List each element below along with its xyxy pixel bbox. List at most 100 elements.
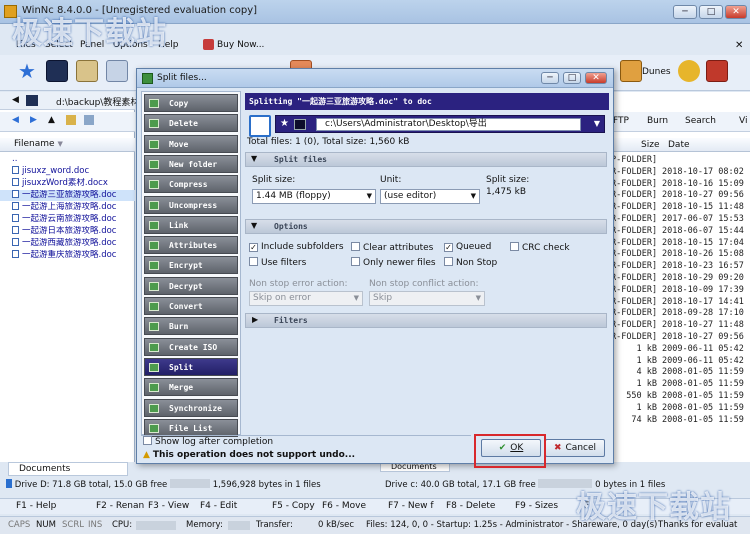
drive-icon[interactable] (26, 95, 38, 106)
f9-sizes-button[interactable]: F9 - Sizes (515, 499, 558, 514)
use-filters-checkbox[interactable]: Use filters (249, 257, 306, 269)
command-convert[interactable]: Convert (144, 297, 238, 315)
size-column[interactable]: Size (641, 140, 659, 150)
table-row[interactable]: 1 kB 2008-01-05 11:59 (611, 378, 750, 390)
command-burn[interactable]: Burn (144, 317, 238, 336)
command-create-iso[interactable]: Create ISO (144, 337, 238, 356)
command-compress[interactable]: Compress (144, 175, 238, 194)
list-item[interactable]: 一起游云南旅游攻略.doc (0, 214, 135, 225)
right-column-header[interactable]: Size Date (611, 138, 750, 152)
back-icon[interactable]: ◀ (12, 115, 19, 125)
queued-checkbox[interactable]: ✓ Queued (444, 242, 491, 253)
destination-dropdown-icon[interactable]: ▼ (594, 119, 600, 128)
table-row[interactable]: R-FOLDER] 2018-10-27 09:56 (611, 331, 750, 343)
show-log-checkbox[interactable]: Show log after completion (143, 436, 273, 448)
table-row[interactable]: R-FOLDER] 2018-10-29 09:20 (611, 272, 750, 284)
copy-icon[interactable] (106, 60, 128, 82)
list-item[interactable]: jisuxzWord素材.docx (0, 178, 135, 189)
section-options-expand-icon[interactable]: ▼ (251, 221, 257, 230)
f2-rename-button[interactable]: F2 - Renan (96, 499, 144, 514)
table-row[interactable]: 74 kB 2008-01-05 11:59 (611, 414, 750, 426)
ftp-label[interactable]: FTP (613, 116, 629, 126)
f6-move-button[interactable]: F6 - Move (322, 499, 366, 514)
vi-label[interactable]: Vi (739, 116, 747, 126)
table-row[interactable]: 1 kB 2009-06-11 05:42 (611, 343, 750, 355)
table-row[interactable]: R-FOLDER] 2018-10-23 16:57 (611, 260, 750, 272)
list-item[interactable]: 一起游上海旅游攻略.doc (0, 202, 135, 213)
f7-new-folder-button[interactable]: F7 - New f (388, 499, 434, 514)
f5-copy-button[interactable]: F5 - Copy (272, 499, 315, 514)
clear-attributes-checkbox[interactable]: Clear attributes (351, 242, 433, 254)
non-stop-conflict-select[interactable]: Skip ▼ (369, 291, 485, 306)
list-item-parent[interactable]: .. (0, 154, 135, 165)
f3-view-button[interactable]: F3 - View (148, 499, 189, 514)
burn-label[interactable]: Burn (647, 116, 668, 126)
dialog-close-button[interactable]: ✕ (585, 72, 607, 84)
close-window-button[interactable]: ✕ (725, 5, 747, 19)
table-row[interactable]: R-FOLDER] 2018-10-27 09:56 (611, 189, 750, 201)
cancel-button[interactable]: ✖ Cancel (545, 439, 605, 457)
table-row[interactable]: R-FOLDER] 2018-10-26 15:08 (611, 248, 750, 260)
command-encrypt[interactable]: Encrypt (144, 256, 238, 275)
table-row[interactable]: R-FOLDER] 2017-06-07 15:53 (611, 213, 750, 225)
command-new-folder[interactable]: New folder (144, 154, 238, 173)
table-row[interactable]: R-FOLDER] 2018-10-17 14:41 (611, 296, 750, 308)
date-column[interactable]: Date (668, 140, 690, 150)
command-merge[interactable]: Merge (144, 378, 238, 397)
table-row[interactable]: R-FOLDER] 2018-09-28 17:10 (611, 307, 750, 319)
command-move[interactable]: Move (144, 134, 238, 153)
filename-column[interactable]: Filename (14, 139, 55, 149)
properties-icon[interactable] (76, 60, 98, 82)
split-size-select[interactable]: 1.44 MB (floppy) ▼ (252, 189, 376, 204)
section-filters-expand-icon[interactable]: ▶ (252, 315, 258, 324)
up-folder-icon[interactable]: ▲ (48, 115, 55, 125)
basket-icon[interactable] (706, 60, 728, 82)
table-row[interactable]: R-FOLDER] 2018-10-27 11:48 (611, 319, 750, 331)
table-row[interactable]: 4 kB 2008-01-05 11:59 (611, 366, 750, 378)
list-item[interactable]: 一起游西藏旅游攻略.doc (0, 238, 135, 249)
f4-edit-button[interactable]: F4 - Edit (200, 499, 237, 514)
include-subfolders-checkbox[interactable]: ✓ Include subfolders (249, 242, 344, 253)
table-row[interactable]: P-FOLDER] (611, 154, 750, 166)
table-row[interactable]: R-FOLDER] 2018-10-09 17:39 (611, 284, 750, 296)
list-item[interactable]: 一起游日本旅游攻略.doc (0, 226, 135, 237)
section-filters[interactable]: Filters (245, 313, 607, 328)
search-label[interactable]: Search (685, 116, 716, 126)
command-delete[interactable]: Delete (144, 114, 238, 133)
destination-input[interactable]: c:\Users\Administrator\Desktop\导出 (316, 118, 581, 131)
command-split[interactable]: Split (144, 357, 238, 376)
dialog-maximize-button[interactable]: □ (563, 72, 581, 84)
dialog-minimize-button[interactable]: ─ (541, 72, 559, 84)
unit-select[interactable]: (use editor) ▼ (380, 189, 480, 204)
section-options[interactable]: Options (245, 219, 607, 234)
command-prompt-icon[interactable] (46, 60, 68, 82)
command-synchronize[interactable]: Synchronize (144, 398, 238, 417)
left-tab-documents[interactable]: Documents (8, 462, 128, 476)
command-decrypt[interactable]: Decrypt (144, 276, 238, 295)
only-newer-checkbox[interactable]: Only newer files (351, 257, 436, 269)
table-row[interactable]: R-FOLDER] 2018-10-15 17:04 (611, 237, 750, 249)
list-item[interactable]: jisuxz_word.doc (0, 166, 135, 177)
minimize-button[interactable]: ─ (673, 5, 697, 19)
left-path[interactable]: d:\backup\教程素材\ (56, 95, 142, 108)
view-icon[interactable] (84, 115, 94, 125)
list-item-selected[interactable]: 一起游三亚旅游攻略.doc (0, 190, 135, 201)
command-link[interactable]: Link (144, 215, 238, 234)
table-row[interactable]: R-FOLDER] 2018-10-15 11:48 (611, 201, 750, 213)
table-row[interactable]: 1 kB 2008-01-05 11:59 (611, 402, 750, 414)
section-split-expand-icon[interactable]: ▼ (251, 154, 257, 163)
menu-buy-now[interactable]: Buy Now... (217, 40, 264, 50)
list-item[interactable]: 一起游重庆旅游攻略.doc (0, 250, 135, 261)
command-attributes[interactable]: Attributes (144, 236, 238, 255)
forward-icon[interactable]: ▶ (30, 115, 37, 125)
non-stop-error-select[interactable]: Skip on error ▼ (249, 291, 363, 306)
table-row[interactable]: 550 kB 2008-01-05 11:59 (611, 390, 750, 402)
dunes-icon[interactable] (620, 60, 642, 82)
folder-icon[interactable] (66, 115, 76, 125)
table-row[interactable]: R-FOLDER] 2018-10-17 08:02 (611, 166, 750, 178)
favorites-star-icon[interactable]: ★ (16, 60, 38, 82)
left-column-header[interactable]: Filename ▼ (0, 138, 135, 152)
back-arrow-icon[interactable]: ◀ (12, 95, 19, 105)
f1-help-button[interactable]: F1 - Help (16, 499, 56, 514)
command-copy[interactable]: Copy (144, 94, 238, 112)
